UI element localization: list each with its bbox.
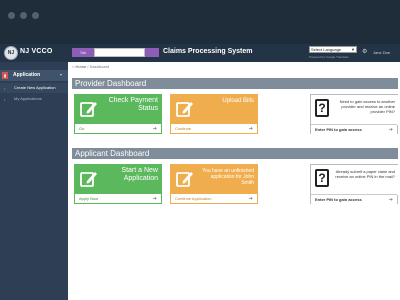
arrow-circle-icon: ➔ xyxy=(152,126,157,132)
arrow-circle-icon: ➔ xyxy=(388,197,393,203)
nav-tab[interactable]: Tab xyxy=(72,48,94,57)
application-icon: ▮ xyxy=(2,72,8,79)
brand-name: NJ VCCO xyxy=(20,48,53,55)
user-name[interactable]: Jane Doe xyxy=(373,50,390,55)
bullet-icon: • xyxy=(4,97,6,102)
breadcrumb: ⌂ Home / Dashboard xyxy=(72,64,109,69)
card-body: Check Payment Status xyxy=(74,94,162,124)
chevron-down-icon: ▾ xyxy=(60,72,63,77)
question-icon: ? xyxy=(315,169,329,187)
card-body: ? Already submit a paper claim and recei… xyxy=(311,165,399,195)
card-title: Need to gain access to another provider … xyxy=(339,99,395,114)
applicant-pin-card[interactable]: ? Already submit a paper claim and recei… xyxy=(310,164,399,204)
provider-dashboard-heading: Provider Dashboard xyxy=(72,78,398,89)
edit-icon xyxy=(176,172,193,187)
card-title: You have an unfinished application for J… xyxy=(202,168,254,186)
card-footer-link[interactable]: Apply Now ➔ xyxy=(74,194,162,204)
card-footer-label: Enter PIN to gain access xyxy=(315,127,362,132)
edit-icon xyxy=(176,102,193,117)
window-dot-minimize[interactable] xyxy=(20,12,27,19)
check-payment-status-card[interactable]: Check Payment Status Go ➔ xyxy=(74,94,162,134)
card-footer-link[interactable]: Continue Application ➔ xyxy=(170,194,258,204)
bullet-icon: • xyxy=(4,86,6,91)
powered-by-google: Powered by Google Translate xyxy=(309,55,349,59)
window-title-bar xyxy=(0,0,400,44)
sidebar-item-label: Application xyxy=(13,72,41,78)
sidebar-item-application[interactable]: ▮ Application ▾ xyxy=(0,70,68,81)
gear-icon[interactable]: ⚙ xyxy=(362,49,367,55)
arrow-circle-icon: ➔ xyxy=(248,126,253,132)
card-title: Upload Bills xyxy=(222,98,254,104)
arrow-circle-icon: ➔ xyxy=(152,196,157,202)
upload-bills-card[interactable]: Upload Bills Continue ➔ xyxy=(170,94,258,134)
card-title: Already submit a paper claim and receive… xyxy=(335,169,395,179)
card-title: Start a New Application xyxy=(121,167,158,182)
card-body: Upload Bills xyxy=(170,94,258,124)
card-footer-link[interactable]: Continue ➔ xyxy=(170,124,258,134)
card-footer-link[interactable]: Enter PIN to gain access ➔ xyxy=(311,124,397,134)
card-footer-label: Go xyxy=(79,126,85,131)
card-footer-label: Enter PIN to gain access xyxy=(315,197,362,202)
language-select[interactable]: Select Language ▼ xyxy=(309,46,357,53)
card-footer-label: Continue xyxy=(175,126,192,131)
language-select-label: Select Language xyxy=(311,47,342,52)
card-body: You have an unfinished application for J… xyxy=(170,164,258,194)
window-dot-maximize[interactable] xyxy=(32,12,39,19)
nav-tab-end[interactable] xyxy=(145,48,159,57)
continue-application-card[interactable]: You have an unfinished application for J… xyxy=(170,164,258,204)
breadcrumb-separator: / xyxy=(87,64,89,69)
window-dot-close[interactable] xyxy=(8,12,15,19)
question-icon: ? xyxy=(315,99,329,117)
app-title: Claims Processing System xyxy=(163,48,253,55)
arrow-circle-icon: ➔ xyxy=(388,127,393,133)
edit-icon xyxy=(80,102,97,117)
sidebar-item-my-applications[interactable]: • My Applications xyxy=(0,94,68,104)
arrow-circle-icon: ➔ xyxy=(248,196,253,202)
logo: NJ xyxy=(4,46,18,60)
card-footer-link[interactable]: Go ➔ xyxy=(74,124,162,134)
sidebar-item-create-new-application[interactable]: • Create New Application xyxy=(0,83,68,93)
card-body: Start a New Application xyxy=(74,164,162,194)
breadcrumb-current: Dashboard xyxy=(89,64,110,69)
home-icon: ⌂ xyxy=(72,64,75,69)
card-footer-link[interactable]: Enter PIN to gain access ➔ xyxy=(311,194,397,204)
nav-search-input[interactable] xyxy=(94,48,145,57)
chevron-down-icon: ▼ xyxy=(351,47,355,52)
applicant-dashboard-heading: Applicant Dashboard xyxy=(72,148,398,159)
card-footer-label: Apply Now xyxy=(79,196,99,201)
sidebar-item-label: My Applications xyxy=(14,96,42,101)
sidebar-item-label: Create New Application xyxy=(14,85,56,90)
card-title: Check Payment Status xyxy=(108,97,158,112)
breadcrumb-home[interactable]: Home xyxy=(76,64,87,69)
start-new-application-card[interactable]: Start a New Application Apply Now ➔ xyxy=(74,164,162,204)
edit-icon xyxy=(80,172,97,187)
card-footer-label: Continue Application xyxy=(175,196,212,201)
provider-pin-card[interactable]: ? Need to gain access to another provide… xyxy=(310,94,399,134)
card-body: ? Need to gain access to another provide… xyxy=(311,95,399,125)
